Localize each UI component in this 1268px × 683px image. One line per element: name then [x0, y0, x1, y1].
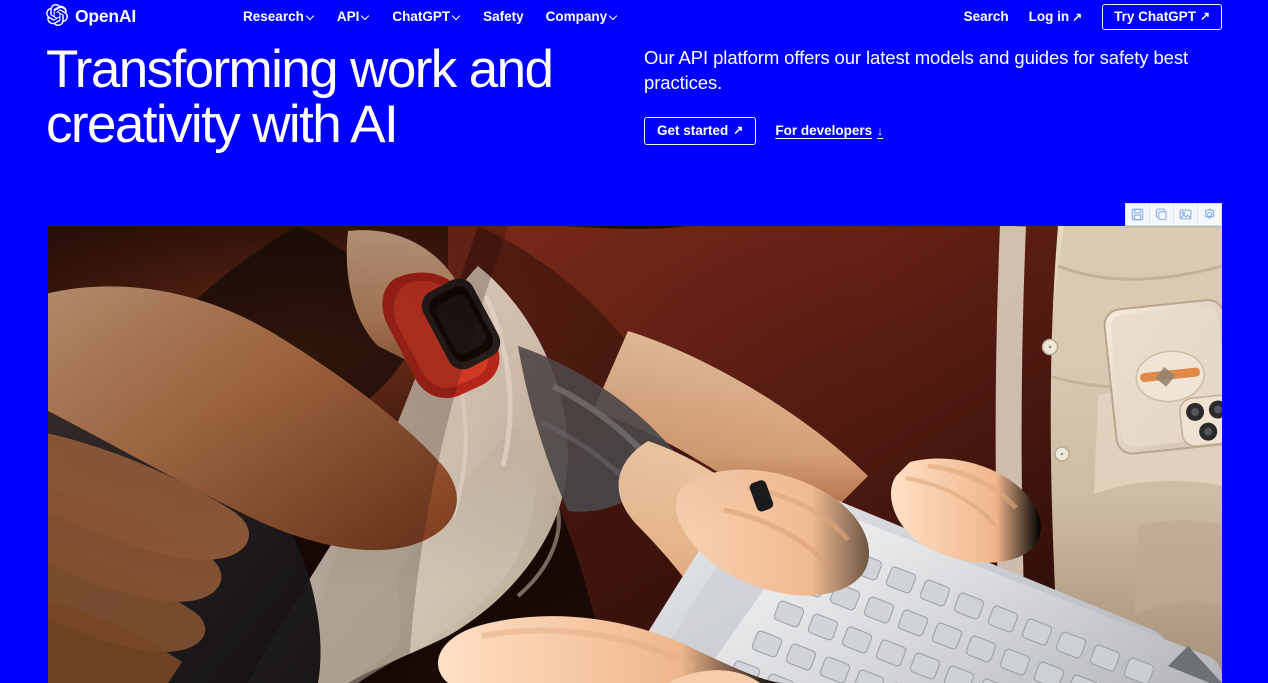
for-developers-label: For developers [775, 123, 873, 139]
floppy-disk-icon [1131, 208, 1144, 221]
get-started-button[interactable]: Get started ↗ [644, 116, 757, 146]
brand-name: OpenAI [75, 6, 137, 27]
nav-item-api-label: API [336, 9, 360, 25]
chevron-down-icon [610, 12, 618, 20]
search-label: Search [963, 9, 1009, 25]
for-developers-link[interactable]: For developers ↓ [775, 123, 883, 139]
gear-icon [1203, 208, 1216, 221]
chevron-down-icon [307, 12, 315, 20]
openai-logomark-icon [46, 3, 68, 31]
view-image-button[interactable] [1174, 204, 1198, 225]
nav-item-safety[interactable]: Safety [483, 10, 524, 24]
primary-navigation: Research API ChatGPT Safety Company [243, 10, 618, 24]
copy-pages-icon [1155, 208, 1168, 221]
try-chatgpt-label: Try ChatGPT [1114, 8, 1196, 24]
arrow-up-right-icon: ↗ [1072, 9, 1083, 24]
nav-item-chatgpt[interactable]: ChatGPT [392, 10, 461, 24]
login-link[interactable]: Log in ↗ [1029, 10, 1083, 24]
nav-item-company-label: Company [545, 9, 608, 25]
nav-item-company[interactable]: Company [546, 10, 619, 24]
hero-image [48, 226, 1222, 683]
picture-icon [1179, 208, 1192, 221]
get-started-label: Get started [657, 122, 729, 138]
copy-image-button[interactable] [1150, 204, 1174, 225]
arrow-up-right-icon: ↗ [733, 123, 744, 138]
page-title: Transforming work and creativity with AI [46, 40, 554, 155]
nav-item-research-label: Research [243, 9, 304, 25]
save-image-button[interactable] [1126, 204, 1150, 225]
header-actions: Search Log in ↗ Try ChatGPT ↗ [964, 3, 1222, 31]
chevron-down-icon [453, 12, 461, 20]
hero-section: Transforming work and creativity with AI… [0, 34, 1268, 226]
search-link[interactable]: Search [964, 10, 1009, 24]
nav-item-api[interactable]: API [337, 10, 371, 24]
image-action-toolbar[interactable] [1125, 203, 1222, 226]
hero-description: Our API platform offers our latest model… [644, 47, 1189, 93]
chevron-down-icon [362, 12, 370, 20]
hero-actions: Get started ↗ For developers ↓ [644, 116, 1219, 146]
arrow-down-icon: ↓ [877, 123, 884, 138]
site-header: OpenAI Research API ChatGPT Safety Compa… [0, 0, 1268, 34]
brand-logo-link[interactable]: OpenAI [46, 3, 137, 31]
hero-copy-column: Our API platform offers our latest model… [644, 46, 1219, 146]
nav-item-research[interactable]: Research [243, 10, 315, 24]
nav-item-safety-label: Safety [483, 9, 524, 25]
try-chatgpt-button[interactable]: Try ChatGPT ↗ [1102, 3, 1222, 31]
nav-item-chatgpt-label: ChatGPT [392, 9, 451, 25]
image-settings-button[interactable] [1198, 204, 1221, 225]
arrow-up-right-icon: ↗ [1199, 9, 1210, 24]
login-label: Log in [1028, 9, 1070, 25]
